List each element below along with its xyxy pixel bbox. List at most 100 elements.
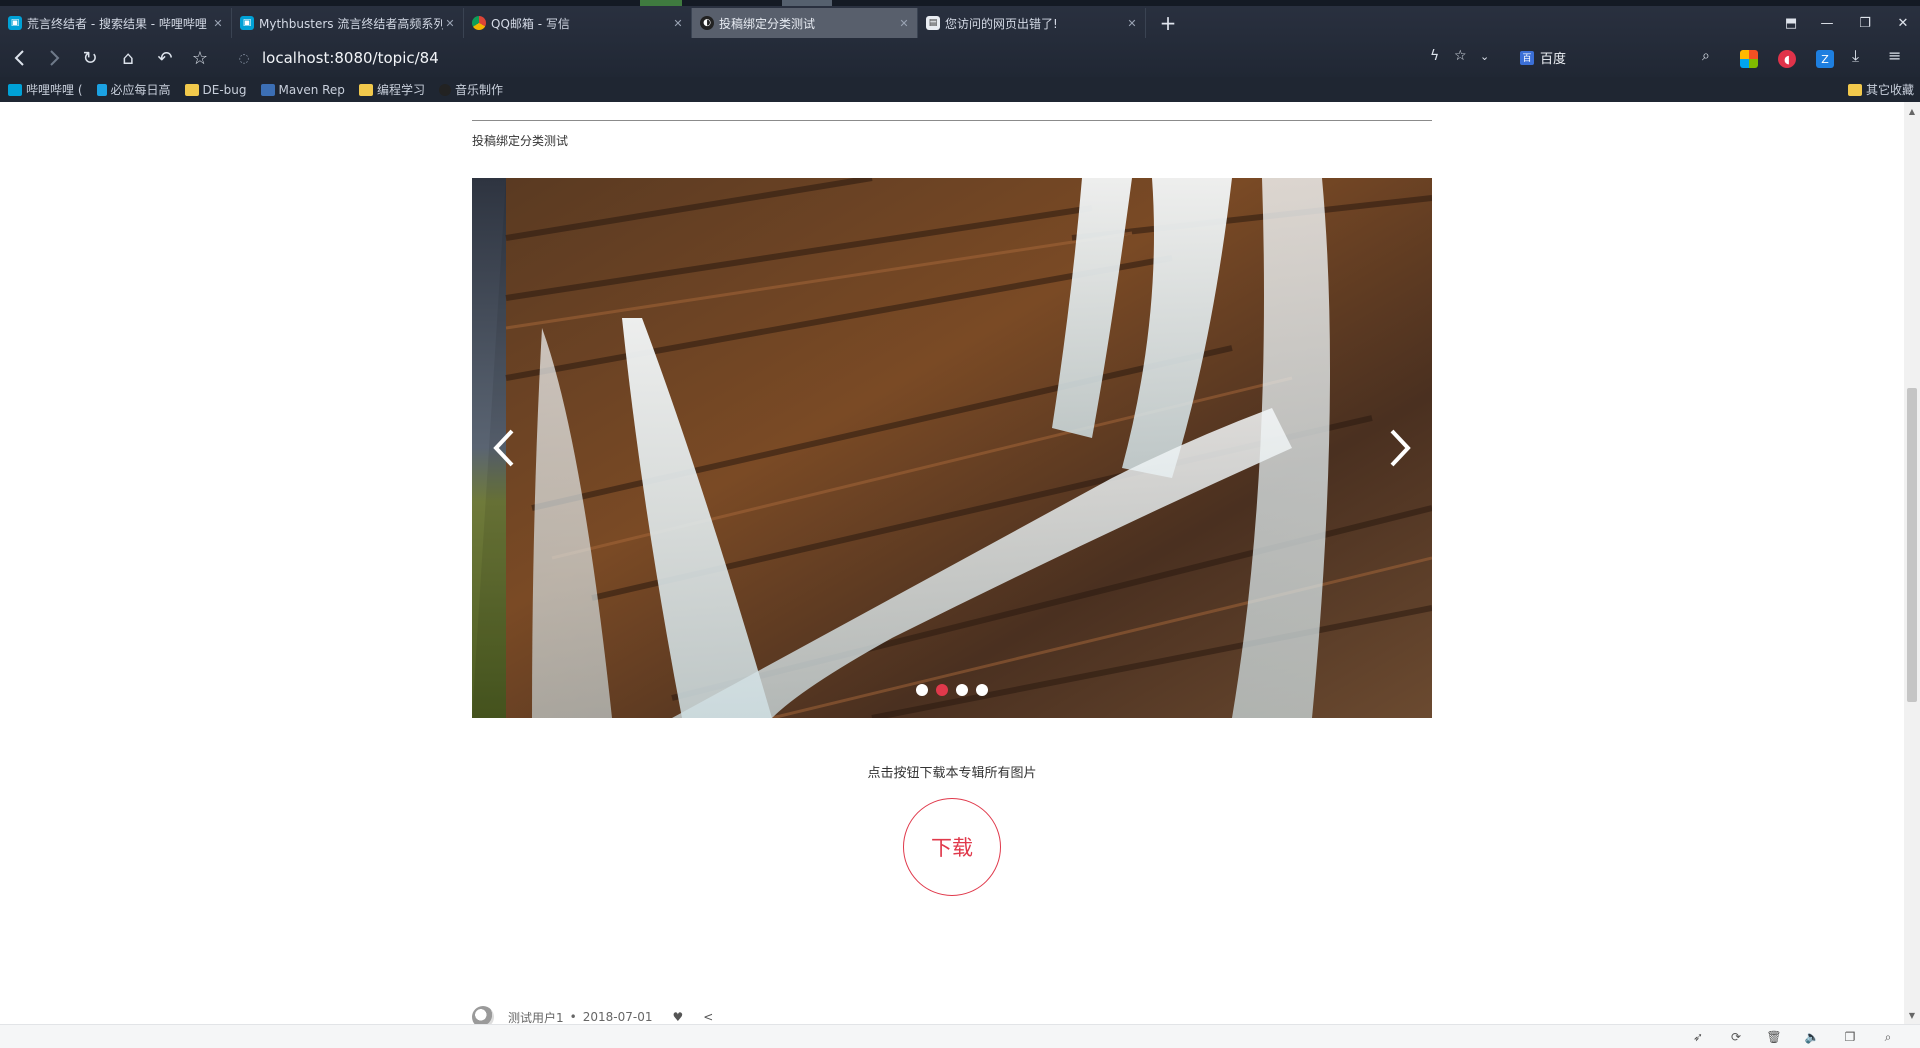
- bilibili-icon: ▣: [240, 16, 254, 30]
- undo-close-button[interactable]: ↶: [151, 44, 179, 72]
- bookmark-label: DE-bug: [202, 82, 247, 97]
- chevron-down-icon[interactable]: ⌄: [1480, 50, 1489, 63]
- bookmark-item[interactable]: 哔哩哔哩 (: [8, 81, 83, 98]
- other-bookmarks[interactable]: 其它收藏: [1847, 81, 1914, 98]
- tab-bilibili-search[interactable]: ▣ 荒言终结者 - 搜索结果 - 哔哩哔哩 ✕: [0, 8, 232, 38]
- page-content: 投稿绑定分类测试 点击按钮下载本专辑所有图片 下载 测试用户1 • 2018-0…: [0, 102, 1904, 1024]
- folder-icon: [184, 83, 199, 96]
- tab-title: QQ邮箱 - 写信: [491, 16, 570, 31]
- tab-qq-mail[interactable]: QQ邮箱 - 写信 ✕: [464, 8, 692, 38]
- search-engine-selector[interactable]: 百 百度: [1520, 48, 1566, 67]
- speaker-icon[interactable]: 🔈: [1804, 1029, 1820, 1045]
- separator-dot: •: [569, 1010, 577, 1024]
- window-icon[interactable]: ❐: [1842, 1029, 1858, 1045]
- carousel-dot[interactable]: [916, 684, 928, 696]
- bookmark-label: Maven Rep: [278, 82, 345, 97]
- menu-icon[interactable]: ≡: [1888, 46, 1901, 65]
- carousel-next-button[interactable]: [1380, 422, 1420, 474]
- apps-icon[interactable]: [1740, 50, 1758, 68]
- share-icon[interactable]: <: [703, 1010, 713, 1024]
- browser-chrome: ▣ 荒言终结者 - 搜索结果 - 哔哩哔哩 ✕ ▣ Mythbusters 流言…: [0, 0, 1920, 102]
- download-icon[interactable]: ⤓: [1852, 46, 1859, 66]
- close-icon[interactable]: ✕: [211, 17, 225, 30]
- bookmark-star-button[interactable]: ☆: [186, 44, 214, 72]
- scrollbar-thumb[interactable]: [1907, 388, 1917, 702]
- bookmarks-bar: 哔哩哔哩 ( 必应每日高 DE-bug Maven Rep 编程学习 音乐制作 …: [0, 77, 1920, 102]
- carousel-indicators: [472, 684, 1432, 696]
- close-icon[interactable]: ✕: [671, 17, 685, 30]
- scroll-up-icon[interactable]: ▲: [1904, 104, 1920, 118]
- post-date: 2018-07-01: [582, 1010, 653, 1024]
- rocket-icon[interactable]: ➶: [1690, 1029, 1706, 1045]
- carousel-dot[interactable]: [956, 684, 968, 696]
- bilibili-icon: [8, 83, 22, 96]
- home-button[interactable]: ⌂: [114, 44, 142, 72]
- bookmark-item[interactable]: Maven Rep: [260, 82, 345, 97]
- tab-error-page[interactable]: ▤ 您访问的网页出错了! ✕: [918, 8, 1146, 38]
- forward-button[interactable]: [40, 44, 68, 72]
- reload-button[interactable]: ↻: [76, 44, 104, 72]
- search-icon[interactable]: ⌕: [1702, 48, 1710, 64]
- lightning-icon[interactable]: ϟ: [1430, 48, 1439, 64]
- restore-button[interactable]: ❐: [1850, 10, 1880, 36]
- other-bookmarks-label: 其它收藏: [1865, 83, 1914, 97]
- zoom-icon[interactable]: ⌕: [1880, 1029, 1896, 1045]
- scroll-down-icon[interactable]: ▼: [1904, 1008, 1920, 1022]
- bing-icon: [96, 83, 107, 96]
- carousel-dot[interactable]: [976, 684, 988, 696]
- bilibili-icon: ▣: [8, 16, 22, 30]
- adblock-icon[interactable]: ◖: [1778, 50, 1796, 68]
- tab-mythbusters[interactable]: ▣ Mythbusters 流言终结者高频系列 ✕: [232, 8, 464, 38]
- carousel-dot[interactable]: [936, 684, 948, 696]
- avatar[interactable]: [472, 1006, 494, 1024]
- shirt-skin-icon[interactable]: ⬒: [1776, 10, 1806, 36]
- address-url[interactable]: localhost:8080/topic/84: [262, 49, 439, 67]
- close-icon[interactable]: ✕: [897, 17, 911, 30]
- tab-title: 投稿绑定分类测试: [719, 16, 816, 31]
- trash-icon[interactable]: 🗑: [1766, 1029, 1782, 1045]
- bookmark-item[interactable]: DE-bug: [184, 82, 247, 97]
- bookmark-item[interactable]: 音乐制作: [438, 81, 503, 98]
- tab-topic-84[interactable]: ◐ 投稿绑定分类测试 ✕: [692, 8, 918, 38]
- taskbar-indicator: [782, 0, 832, 6]
- folder-icon: [1847, 83, 1862, 96]
- download-hint: 点击按钮下载本专辑所有图片: [867, 766, 1037, 781]
- heart-icon[interactable]: ♥: [672, 1010, 683, 1024]
- status-bar: ➶ ⟳ 🗑 🔈 ❐ ⌕: [0, 1024, 1920, 1048]
- taskbar-indicator: [640, 0, 682, 6]
- chevron-left-icon: [493, 429, 514, 467]
- new-tab-button[interactable]: +: [1156, 8, 1180, 38]
- tab-title: Mythbusters 流言终结者高频系列: [259, 16, 443, 31]
- bookmark-item[interactable]: 编程学习: [358, 81, 425, 98]
- tab-title: 荒言终结者 - 搜索结果 - 哔哩哔哩: [27, 16, 207, 31]
- image-carousel[interactable]: [472, 178, 1432, 718]
- extension-icon[interactable]: Z: [1816, 50, 1834, 68]
- minimize-button[interactable]: —: [1812, 10, 1842, 36]
- post-meta: 测试用户1 • 2018-07-01 ♥ <: [472, 1006, 713, 1024]
- author-name[interactable]: 测试用户1: [508, 1009, 564, 1025]
- close-window-button[interactable]: ✕: [1888, 10, 1918, 36]
- topic-category: 投稿绑定分类测试: [472, 134, 569, 148]
- window-top-strip: [0, 0, 1920, 6]
- chrome-icon: [472, 16, 486, 30]
- bookmark-label: 哔哩哔哩 (: [26, 83, 83, 97]
- back-button[interactable]: [6, 44, 34, 72]
- bookmark-item[interactable]: 必应每日高: [96, 81, 171, 98]
- globe-icon: ◌: [238, 51, 250, 65]
- download-button[interactable]: 下载: [903, 798, 1001, 896]
- refresh-icon[interactable]: ⟳: [1728, 1029, 1744, 1045]
- bookmark-label: 编程学习: [376, 83, 425, 97]
- star-icon[interactable]: ☆: [1454, 48, 1467, 64]
- vertical-scrollbar[interactable]: ▲ ▼: [1904, 102, 1920, 1024]
- site-icon: ◐: [700, 16, 714, 30]
- baidu-icon: 百: [1520, 50, 1534, 65]
- music-icon: [438, 83, 451, 96]
- chevron-right-icon: [1390, 429, 1411, 467]
- bookmark-label: 必应每日高: [110, 83, 171, 97]
- close-icon[interactable]: ✕: [1125, 17, 1139, 30]
- close-icon[interactable]: ✕: [443, 17, 457, 30]
- carousel-prev-button[interactable]: [484, 422, 524, 474]
- search-engine-label: 百度: [1540, 52, 1567, 67]
- address-bar[interactable]: ◌ localhost:8080/topic/84: [236, 45, 1396, 71]
- divider: [472, 120, 1432, 121]
